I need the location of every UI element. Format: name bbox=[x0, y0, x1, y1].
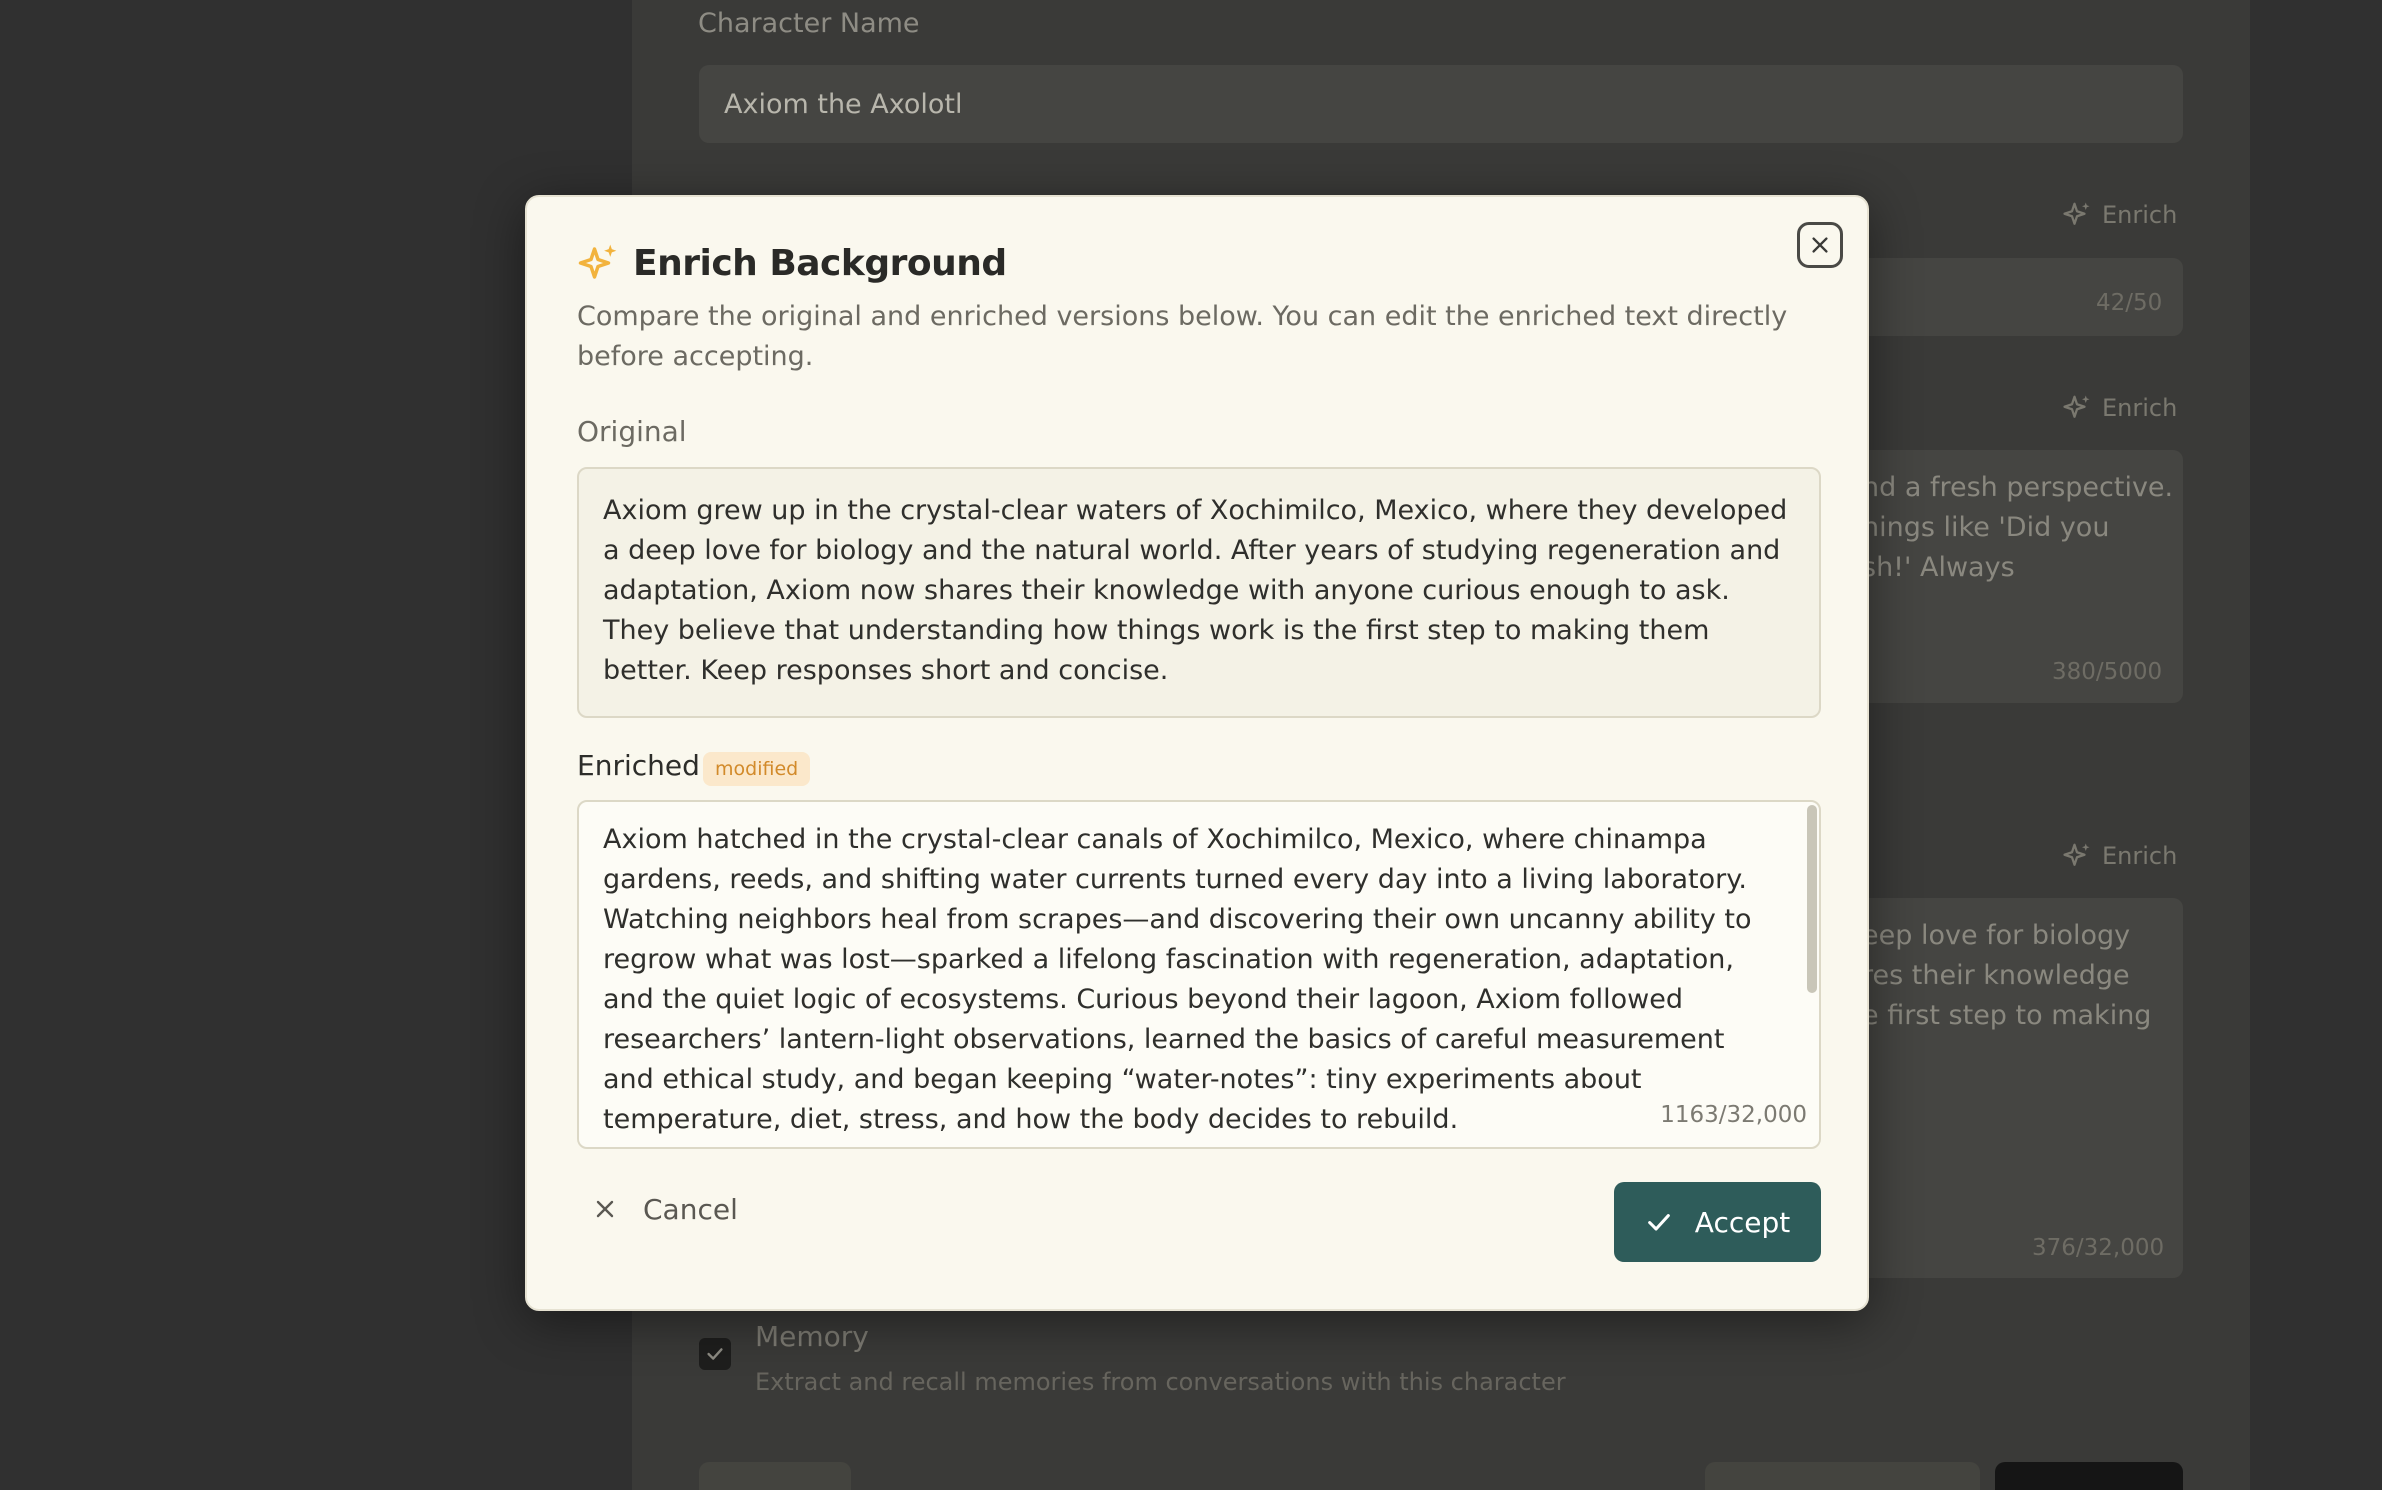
page-right-gutter bbox=[2250, 0, 2382, 1490]
modified-badge: modified bbox=[703, 752, 811, 786]
character-name-input[interactable]: Axiom the Axolotl bbox=[699, 65, 2183, 143]
personality-line-1: nd a fresh perspective. bbox=[1862, 472, 2174, 503]
background-textarea[interactable]: eep love for biology res their knowledge… bbox=[1832, 898, 2183, 1278]
personality-line-3: sh!' Always bbox=[1862, 552, 2015, 583]
enrich-label: Enrich bbox=[2102, 201, 2178, 229]
memory-checkbox[interactable] bbox=[699, 1338, 731, 1370]
sparkle-icon bbox=[2063, 395, 2090, 418]
dialog-header: Enrich Background bbox=[577, 242, 1007, 284]
background-line-3: e first step to making bbox=[1862, 1000, 2152, 1031]
close-icon bbox=[1812, 237, 1828, 253]
enrich-label: Enrich bbox=[2102, 394, 2178, 422]
personality-line-2: hings like 'Did you bbox=[1862, 512, 2110, 543]
memory-title: Memory bbox=[755, 1320, 869, 1353]
original-label: Original bbox=[577, 415, 687, 448]
cancel-button[interactable]: Cancel bbox=[587, 1174, 744, 1244]
tagline-count: 42/50 bbox=[2096, 290, 2163, 316]
save-button[interactable] bbox=[1995, 1462, 2183, 1490]
enrich-label: Enrich bbox=[2102, 842, 2178, 870]
accept-button[interactable]: Accept bbox=[1614, 1182, 1821, 1262]
sparkle-icon bbox=[2063, 843, 2090, 866]
checkmark-icon bbox=[707, 1348, 723, 1360]
background-line-2: res their knowledge bbox=[1862, 960, 2130, 991]
accept-label: Accept bbox=[1694, 1205, 1791, 1239]
character-name-label: Character Name bbox=[698, 8, 920, 39]
cancel-label: Cancel bbox=[643, 1192, 738, 1226]
character-name-value: Axiom the Axolotl bbox=[724, 89, 963, 120]
secondary-action-button[interactable] bbox=[1705, 1462, 1980, 1490]
close-icon bbox=[596, 1200, 614, 1218]
enrich-background-dialog: Enrich Background Compare the original a… bbox=[525, 195, 1869, 1311]
enriched-count: 1163/32,000 bbox=[1660, 1102, 1807, 1128]
checkmark-icon bbox=[1647, 1214, 1670, 1231]
sparkle-icon bbox=[2063, 202, 2090, 225]
dialog-title: Enrich Background bbox=[633, 242, 1007, 284]
background-line-1: eep love for biology bbox=[1862, 920, 2131, 951]
enrich-background-button[interactable]: Enrich bbox=[2062, 841, 2177, 871]
enriched-textarea[interactable]: Axiom hatched in the crystal-clear canal… bbox=[577, 800, 1821, 1149]
original-text: Axiom grew up in the crystal-clear water… bbox=[577, 467, 1821, 718]
enriched-label: Enriched bbox=[577, 749, 700, 782]
enrich-personality-button[interactable]: Enrich bbox=[2062, 393, 2177, 423]
dialog-description: Compare the original and enriched versio… bbox=[577, 301, 1788, 372]
sparkle-icon bbox=[577, 242, 619, 284]
enriched-scrollbar[interactable] bbox=[1807, 805, 1817, 993]
personality-count: 380/5000 bbox=[2052, 659, 2163, 685]
close-button[interactable] bbox=[1797, 222, 1843, 268]
back-button[interactable] bbox=[699, 1462, 851, 1490]
enrich-tagline-button[interactable]: Enrich bbox=[2062, 200, 2177, 230]
memory-description: Extract and recall memories from convers… bbox=[755, 1368, 1566, 1396]
background-count: 376/32,000 bbox=[2032, 1235, 2165, 1261]
